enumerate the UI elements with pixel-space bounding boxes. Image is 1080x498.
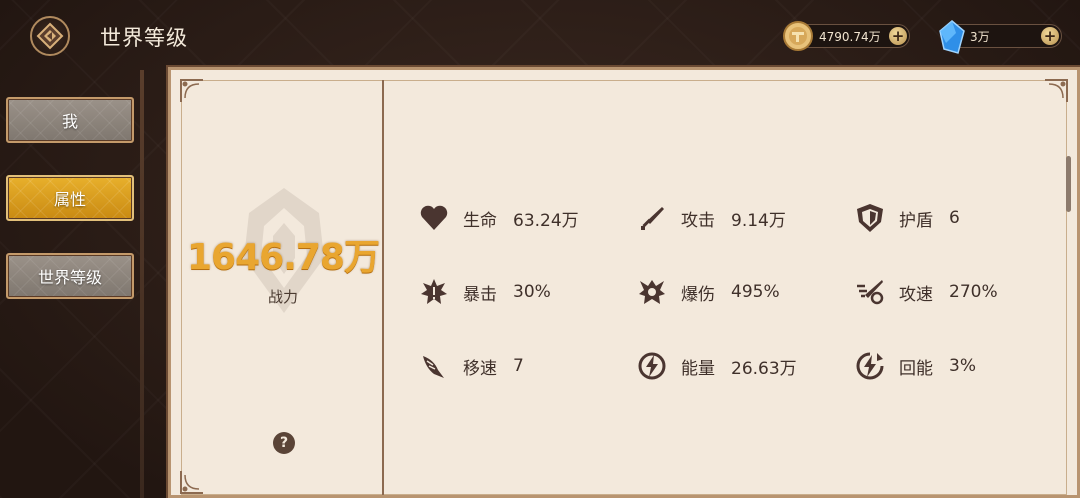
page-title: 世界等级	[100, 26, 188, 50]
corner-ornament-icon	[180, 471, 203, 494]
stat-move-speed: 移速 7	[417, 350, 524, 382]
heart-icon	[417, 202, 451, 234]
stat-name: 移速	[463, 358, 497, 379]
corner-ornament-icon	[180, 79, 203, 102]
help-button[interactable]: ?	[273, 432, 295, 454]
attack-speed-icon	[853, 276, 887, 308]
tab-attributes[interactable]: 属性	[6, 175, 134, 221]
stat-value: 7	[513, 356, 524, 376]
stat-name: 护盾	[899, 210, 933, 231]
stat-value: 9.14万	[731, 210, 786, 231]
attributes-panel: 1646.78万 战力 ? 生命 63.24万 攻击 9.14万 护盾 6 暴击…	[168, 67, 1080, 498]
crystal-icon	[939, 20, 965, 54]
sidebar-divider	[140, 70, 144, 498]
shield-icon	[853, 202, 887, 234]
scrollbar[interactable]	[1066, 156, 1071, 212]
tab-me-label: 我	[61, 112, 78, 131]
sword-icon	[635, 202, 669, 234]
gem-currency: 3万 +	[939, 20, 1062, 54]
gold-currency: 4790.74万 +	[783, 21, 910, 51]
gold-amount: 4790.74万	[819, 29, 881, 44]
stat-name: 生命	[463, 210, 497, 231]
stat-value: 26.63万	[731, 358, 797, 379]
stat-value: 270%	[949, 282, 998, 302]
gem-amount: 3万	[970, 29, 990, 44]
stat-value: 3%	[949, 356, 976, 376]
stat-value: 30%	[513, 282, 551, 302]
crit-damage-icon	[635, 276, 669, 308]
stat-name: 能量	[681, 358, 715, 379]
stat-hp: 生命 63.24万	[417, 202, 579, 234]
stat-name: 攻速	[899, 284, 933, 305]
tab-me[interactable]: 我	[6, 97, 134, 143]
add-gem-button[interactable]: +	[1041, 27, 1059, 45]
gold-coin-icon	[783, 21, 813, 51]
stat-name: 回能	[899, 358, 933, 379]
stat-crit: 暴击 30%	[417, 276, 551, 308]
stat-value: 6	[949, 208, 960, 228]
stat-crit-damage: 爆伤 495%	[635, 276, 780, 308]
back-icon	[36, 22, 64, 50]
stat-attack: 攻击 9.14万	[635, 202, 786, 234]
tab-world-level[interactable]: 世界等级	[6, 253, 134, 299]
stat-value: 63.24万	[513, 210, 579, 231]
stat-name: 爆伤	[681, 284, 715, 305]
stat-name: 暴击	[463, 284, 497, 305]
stat-energy-regen: 回能 3%	[853, 350, 976, 382]
energy-icon	[635, 350, 669, 382]
tab-world-level-label: 世界等级	[37, 268, 102, 287]
stat-value: 495%	[731, 282, 780, 302]
crit-icon	[417, 276, 451, 308]
energy-regen-icon	[853, 350, 887, 382]
tab-attributes-label: 属性	[53, 190, 86, 209]
panel-divider	[382, 80, 384, 495]
stat-shield: 护盾 6	[853, 202, 960, 234]
stat-name: 攻击	[681, 210, 715, 231]
combat-power-value: 1646.78万	[187, 237, 380, 278]
back-button[interactable]	[30, 16, 70, 56]
stat-attack-speed: 攻速 270%	[853, 276, 998, 308]
combat-power-label: 战力	[267, 288, 298, 306]
add-gold-button[interactable]: +	[889, 27, 907, 45]
wing-icon	[417, 350, 451, 382]
stat-energy: 能量 26.63万	[635, 350, 797, 382]
corner-ornament-icon	[1045, 79, 1068, 102]
